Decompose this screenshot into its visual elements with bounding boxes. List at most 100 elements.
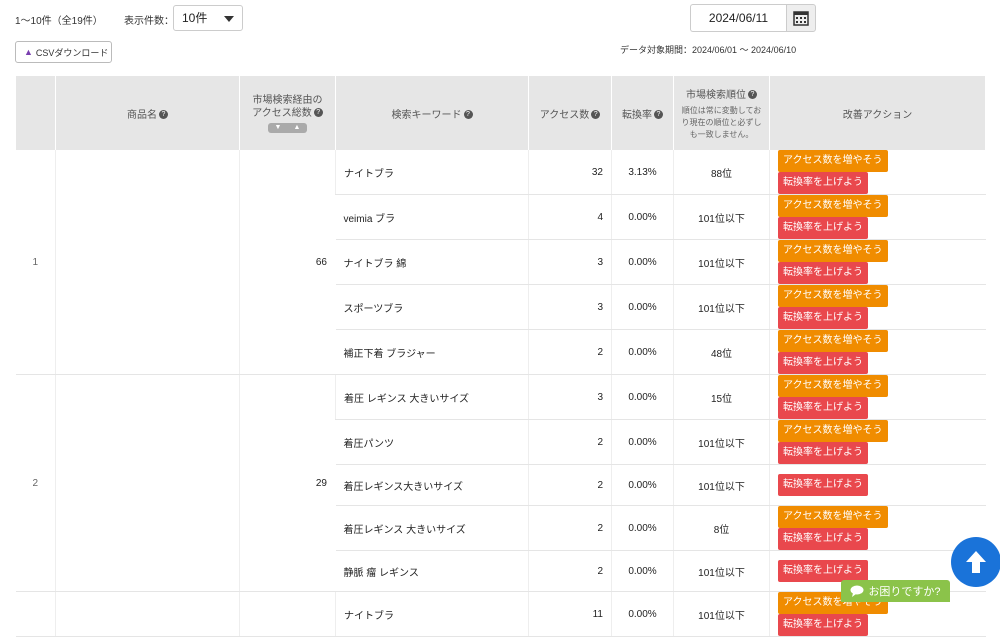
improve-conversion-button[interactable]: 転換率を上げよう	[778, 442, 868, 464]
increase-access-button[interactable]: アクセス数を増やそう	[778, 330, 888, 352]
total-access: 29	[239, 374, 336, 592]
help-icon[interactable]: ?	[654, 110, 663, 120]
market-rank-cell: 88位	[673, 150, 770, 195]
keyword-cell: 着圧パンツ	[335, 419, 529, 465]
chevron-down-icon	[224, 16, 234, 22]
arrow-up-icon	[966, 551, 986, 573]
access-count-cell: 32	[528, 150, 612, 195]
increase-access-button[interactable]: アクセス数を増やそう	[778, 240, 888, 262]
actions-cell: アクセス数を増やそう転換率を上げよう	[769, 194, 986, 240]
total-access	[239, 591, 336, 637]
table-row: ナイトブラ 11 0.00% 101位以下 アクセス数を増やそう転換率を上げよう	[15, 591, 986, 637]
access-count-cell: 11	[528, 591, 612, 637]
header-rank: 市場検索順位? 順位は常に変動しており現在の順位と必ずしも一致しません。	[673, 76, 770, 150]
market-rank-cell: 101位以下	[673, 464, 770, 506]
improve-conversion-button[interactable]: 転換率を上げよう	[778, 352, 868, 374]
product-cell[interactable]	[55, 374, 240, 592]
actions-cell: アクセス数を増やそう転換率を上げよう	[769, 505, 986, 551]
scroll-top-button[interactable]	[951, 537, 1000, 587]
table-body: 1 66 ナイトブラ 32 3.13% 88位 アクセス数を増やそう転換率を上げよう vei…	[15, 150, 986, 637]
market-rank-cell: 101位以下	[673, 550, 770, 592]
rank-note: 順位は常に変動しており現在の順位と必ずしも一致しません。	[681, 105, 762, 139]
access-count-cell: 2	[528, 329, 612, 375]
market-rank-cell: 8位	[673, 505, 770, 551]
header-conversion-label: 転換率	[622, 109, 652, 121]
access-count-cell: 2	[528, 505, 612, 551]
increase-access-button[interactable]: アクセス数を増やそう	[778, 420, 888, 442]
access-count-cell: 2	[528, 464, 612, 506]
access-count-cell: 3	[528, 284, 612, 330]
help-icon[interactable]: ?	[748, 90, 757, 100]
help-chat-button[interactable]: お困りですか?	[841, 580, 950, 602]
help-icon[interactable]: ?	[463, 110, 473, 120]
chat-bubble-icon	[850, 585, 864, 597]
header-access-label: アクセス数	[539, 109, 590, 121]
improve-conversion-button[interactable]: 転換率を上げよう	[778, 614, 868, 636]
increase-access-button[interactable]: アクセス数を増やそう	[778, 506, 888, 528]
access-count-cell: 2	[528, 419, 612, 465]
market-rank-cell: 101位以下	[673, 239, 770, 285]
actions-cell: アクセス数を増やそう転換率を上げよう	[769, 239, 986, 285]
header-index	[15, 76, 56, 150]
access-count-cell: 3	[528, 374, 612, 420]
improve-conversion-button[interactable]: 転換率を上げよう	[778, 474, 868, 496]
sort-desc-icon[interactable]: ▼	[270, 124, 286, 132]
header-keyword-label: 検索キーワード	[391, 109, 462, 121]
improve-conversion-button[interactable]: 転換率を上げよう	[778, 528, 868, 550]
increase-access-button[interactable]: アクセス数を増やそう	[778, 375, 888, 397]
actions-cell: アクセス数を増やそう転換率を上げよう	[769, 419, 986, 465]
csv-download-label: CSVダウンロード	[35, 47, 109, 58]
conversion-rate-cell: 0.00%	[611, 374, 674, 420]
access-count-cell: 2	[528, 550, 612, 592]
header-total-access-label: 市場検索経由のアクセス総数	[252, 94, 323, 119]
keyword-cell: 着圧 レギンス 大きいサイズ	[335, 374, 529, 420]
keyword-cell: ナイトブラ 綿	[335, 239, 529, 285]
help-icon[interactable]: ?	[313, 108, 323, 118]
sort-asc-icon[interactable]: ▲	[289, 124, 305, 132]
per-page-label: 表示件数：	[124, 16, 174, 27]
keyword-cell: スポーツブラ	[335, 284, 529, 330]
improve-conversion-button[interactable]: 転換率を上げよう	[778, 307, 868, 329]
conversion-rate-cell: 0.00%	[611, 591, 674, 637]
market-rank-cell: 101位以下	[673, 194, 770, 240]
product-cell[interactable]	[55, 150, 240, 375]
product-cell[interactable]	[55, 591, 240, 637]
improve-conversion-button[interactable]: 転換率を上げよう	[778, 217, 868, 239]
increase-access-button[interactable]: アクセス数を増やそう	[778, 285, 888, 307]
table-row: 2 29 着圧 レギンス 大きいサイズ 3 0.00% 15位 アクセス数を増やそう転換率…	[15, 374, 986, 592]
improve-conversion-button[interactable]: 転換率を上げよう	[778, 397, 868, 419]
help-icon[interactable]: ?	[591, 110, 601, 120]
calendar-icon	[793, 11, 809, 26]
calendar-button[interactable]	[786, 4, 816, 32]
increase-access-button[interactable]: アクセス数を増やそう	[778, 150, 888, 172]
data-period: データ対象期間：2024/06/01 〜 2024/06/10	[620, 45, 797, 55]
increase-access-button[interactable]: アクセス数を増やそう	[778, 195, 888, 217]
conversion-rate-cell: 0.00%	[611, 329, 674, 375]
row-index	[15, 591, 56, 637]
keyword-cell: 静脈 瘤 レギンス	[335, 550, 529, 592]
date-field[interactable]: 2024/06/11	[690, 4, 786, 32]
product-image-placeholder	[64, 257, 231, 268]
per-page-select[interactable]: 10件	[173, 5, 243, 31]
keyword-cell: ナイトブラ	[335, 150, 529, 195]
header-product: 商品名?	[55, 76, 240, 150]
conversion-rate-cell: 0.00%	[611, 419, 674, 465]
sort-icon[interactable]: ▼ ▲	[268, 122, 307, 133]
row-index: 1	[15, 150, 56, 375]
product-image-placeholder	[64, 609, 231, 620]
improve-conversion-button[interactable]: 転換率を上げよう	[778, 262, 868, 284]
improve-conversion-button[interactable]: 転換率を上げよう	[778, 172, 868, 194]
conversion-rate-cell: 0.00%	[611, 239, 674, 285]
actions-cell: アクセス数を増やそう転換率を上げよう	[769, 329, 986, 375]
conversion-rate-cell: 0.00%	[611, 194, 674, 240]
download-icon: ▲	[24, 47, 33, 57]
header-actions-label: 改善アクション	[842, 109, 913, 121]
table-header-row: 商品名? 市場検索経由のアクセス総数? ▼ ▲ 検索キーワード? アクセス数? 転…	[15, 76, 986, 150]
csv-download-button[interactable]: ▲ CSVダウンロード	[15, 41, 112, 63]
improve-conversion-button[interactable]: 転換率を上げよう	[778, 560, 868, 582]
help-icon[interactable]: ?	[159, 110, 168, 120]
keyword-cell: 補正下着 ブラジャー	[335, 329, 529, 375]
keyword-cell: veimia ブラ	[335, 194, 529, 240]
header-total-access: 市場検索経由のアクセス総数? ▼ ▲	[239, 76, 336, 150]
product-image-placeholder	[64, 478, 231, 489]
